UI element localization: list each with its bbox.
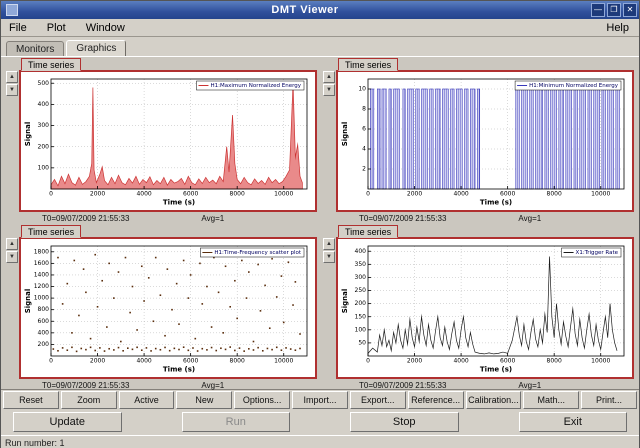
plot-caption: T0=09/07/2009 21:55:33 Avg=1 [6, 212, 317, 225]
pan-up-button[interactable]: ▲ [323, 71, 335, 83]
tab-bar: Monitors Graphics [1, 37, 639, 56]
chart-trigger-rate[interactable] [338, 239, 632, 377]
t0-label: T0=09/07/2009 21:55:33 [359, 214, 446, 225]
maximize-icon[interactable]: ❐ [607, 3, 621, 17]
menu-file[interactable]: File [7, 21, 29, 35]
run-button: Run [182, 412, 291, 432]
plot-area-max-energy[interactable] [19, 70, 317, 212]
reset-button[interactable]: Reset [3, 391, 59, 409]
pan-down-button[interactable]: ▼ [6, 251, 18, 263]
minimize-icon[interactable]: — [591, 3, 605, 17]
stop-button[interactable]: Stop [350, 412, 459, 432]
update-button[interactable]: Update [13, 412, 122, 432]
window-title: DMT Viewer [21, 4, 589, 16]
pan-up-button[interactable]: ▲ [6, 238, 18, 250]
menu-bar: File Plot Window Help [1, 19, 639, 37]
plot-area-tf-scatter[interactable] [19, 237, 317, 379]
toolbar-row-2: Update Run Stop Exit [1, 410, 639, 435]
tab-graphics[interactable]: Graphics [66, 40, 126, 56]
pan-down-button[interactable]: ▼ [6, 84, 18, 96]
active-button[interactable]: Active [119, 391, 175, 409]
plot-panel-1: Time series ▲ ▼ T0=09/07/2009 21:55:33 A… [3, 58, 320, 225]
panel-tab-time-series[interactable]: Time series [338, 58, 398, 71]
exit-button[interactable]: Exit [519, 412, 628, 432]
panel-tab-time-series[interactable]: Time series [21, 58, 81, 71]
title-bar: DMT Viewer — ❐ ✕ [1, 1, 639, 19]
pan-down-button[interactable]: ▼ [323, 251, 335, 263]
panel-tab-time-series[interactable]: Time series [21, 225, 81, 238]
pan-up-button[interactable]: ▲ [6, 71, 18, 83]
tab-monitors[interactable]: Monitors [6, 41, 64, 56]
plot-area-trigger-rate[interactable] [336, 237, 634, 379]
menu-help[interactable]: Help [604, 21, 631, 35]
plots-grid: Time series ▲ ▼ T0=09/07/2009 21:55:33 A… [1, 56, 639, 390]
panel-side-controls: ▲ ▼ [323, 70, 336, 212]
calibration-button[interactable]: Calibration... [466, 391, 522, 409]
new-button[interactable]: New [176, 391, 232, 409]
close-icon[interactable]: ✕ [623, 3, 637, 17]
app-icon[interactable] [6, 4, 18, 16]
panel-side-controls: ▲ ▼ [323, 237, 336, 379]
export-button[interactable]: Export... [350, 391, 406, 409]
panel-side-controls: ▲ ▼ [6, 237, 19, 379]
chart-time-frequency-scatter[interactable] [21, 239, 315, 377]
avg-label: Avg=1 [518, 214, 541, 225]
pan-down-button[interactable]: ▼ [323, 84, 335, 96]
zoom-button[interactable]: Zoom [61, 391, 117, 409]
plot-area-min-energy[interactable] [336, 70, 634, 212]
panel-side-controls: ▲ ▼ [6, 70, 19, 212]
chart-max-normalized-energy[interactable] [21, 72, 315, 210]
plot-panel-3: Time series ▲ ▼ T0=09/07/2009 21:55:33 A… [3, 225, 320, 392]
import-button[interactable]: Import... [292, 391, 348, 409]
reference-button[interactable]: Reference... [408, 391, 464, 409]
avg-label: Avg=1 [201, 214, 224, 225]
math-button[interactable]: Math... [523, 391, 579, 409]
toolbar-row-1: Reset Zoom Active New Options... Import.… [1, 390, 639, 410]
menu-plot[interactable]: Plot [45, 21, 68, 35]
print-button[interactable]: Print... [581, 391, 637, 409]
panel-tab-time-series[interactable]: Time series [338, 225, 398, 238]
t0-label: T0=09/07/2009 21:55:33 [42, 214, 129, 225]
options-button[interactable]: Options... [234, 391, 290, 409]
chart-min-normalized-energy[interactable] [338, 72, 632, 210]
pan-up-button[interactable]: ▲ [323, 238, 335, 250]
plot-panel-2: Time series ▲ ▼ T0=09/07/2009 21:55:33 A… [320, 58, 637, 225]
plot-caption: T0=09/07/2009 21:55:33 Avg=1 [323, 212, 634, 225]
status-bar: Run number: 1 [1, 435, 639, 448]
menu-window[interactable]: Window [84, 21, 127, 35]
plot-panel-4: Time series ▲ ▼ T0=09/07/2009 21:55:33 A… [320, 225, 637, 392]
